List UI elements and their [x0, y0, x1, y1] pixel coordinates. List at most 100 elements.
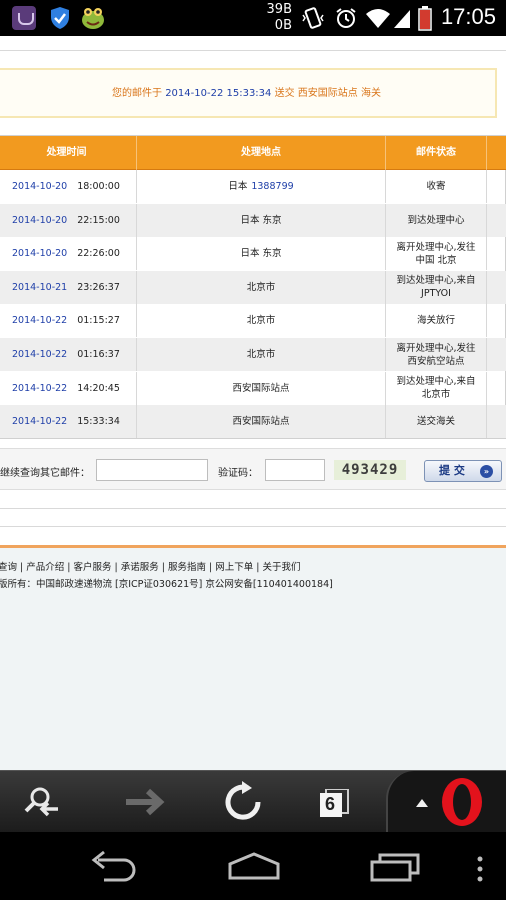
zoom-back-button[interactable]: [12, 771, 82, 833]
cell-status-text: 离开处理中心,发往中国 北京: [396, 241, 476, 266]
divider: [0, 526, 506, 527]
reload-icon[interactable]: [208, 771, 278, 833]
tracking-number-input[interactable]: [96, 459, 208, 481]
query-bar: 继续查询其它邮件： 验证码： 493429 提 交 »: [0, 448, 506, 490]
table-row: 2014-10-20 22:26:00 日本 东京 离开处理中心,发往中国 北京: [0, 237, 506, 271]
delivery-notice-box: 您的邮件于 2014-10-22 15:33:34 送交 西安国际站点 海关: [0, 68, 497, 118]
data-traffic-indicator: 39B 0B: [262, 2, 292, 34]
cell-status-text: 到达处理中心,来自JPTYOI: [396, 275, 476, 300]
table-row: 2014-10-22 01:15:27 北京市 海关放行: [0, 304, 506, 338]
web-page[interactable]: 您的邮件于 2014-10-22 15:33:34 送交 西安国际站点 海关 处…: [0, 36, 506, 770]
cell-place: 日本: [228, 181, 248, 192]
page-footer: 查询 | 产品介绍 | 客户服务 | 承诺服务 | 服务指南 | 网上下单 | …: [0, 548, 506, 770]
notice-prefix: 您的邮件于: [112, 88, 166, 99]
table-row: 2014-10-22 01:16:37 北京市 离开处理中心,发往西安航空站点: [0, 338, 506, 371]
cell-time: 2014-10-20 22:15:00: [0, 203, 137, 237]
status-bar: 39B 0B 17:05: [0, 0, 506, 36]
wifi-icon: [364, 6, 392, 30]
cell-location: 西安国际站点: [137, 405, 386, 439]
table-row: 2014-10-20 18:00:00 日本 1388799 收寄: [0, 170, 506, 203]
cell-date: 2014-10-21: [12, 281, 68, 293]
vibrate-icon: [300, 6, 326, 30]
header-location: 处理地点: [137, 136, 386, 170]
footer-links[interactable]: 查询 | 产品介绍 | 客户服务 | 承诺服务 | 服务指南 | 网上下单 | …: [0, 559, 300, 573]
tabs-button[interactable]: 6: [320, 788, 350, 817]
cell-date: 2014-10-22: [12, 315, 68, 327]
cell-time: 2014-10-22 14:20:45: [0, 371, 137, 405]
table-row: 2014-10-21 23:26:37 北京市 到达处理中心,来自JPTYOI: [0, 270, 506, 304]
frog-app-icon: [80, 6, 104, 30]
cell-clock: 01:15:27: [77, 315, 120, 327]
cell-clock: 22:15:00: [77, 214, 120, 226]
battery-icon: [418, 6, 432, 31]
cell-place: 北京市: [246, 349, 276, 360]
back-icon[interactable]: [84, 850, 144, 882]
cell-location: 日本 1388799: [137, 170, 386, 203]
cell-place-code: 1388799: [251, 181, 294, 192]
data-up-text: 39B: [266, 2, 292, 17]
cell-date: 2014-10-20: [12, 181, 68, 192]
cell-date: 2014-10-20: [12, 248, 68, 260]
divider: [0, 50, 506, 51]
shield-icon: [48, 6, 72, 30]
home-icon[interactable]: [224, 850, 284, 882]
cell-status: 离开处理中心,发往中国 北京: [386, 237, 487, 271]
cell-clock: 23:26:37: [77, 281, 120, 293]
cell-time: 2014-10-22 01:15:27: [0, 304, 137, 338]
captcha-input[interactable]: [265, 459, 325, 481]
cell-clock: 01:16:37: [77, 349, 120, 360]
cell-status-text: 到达处理中心,来自北京市: [396, 376, 476, 401]
cell-time: 2014-10-22 15:33:34: [0, 405, 137, 439]
cell-status-text: 海关放行: [416, 315, 455, 327]
tab-count-text: 6: [325, 794, 336, 814]
header-status: 邮件状态: [386, 136, 487, 170]
double-arrow-icon: »: [480, 465, 493, 478]
cell-status-text: 到达处理中心: [407, 214, 465, 226]
cell-status: 海关放行: [386, 304, 487, 338]
opera-menu-button[interactable]: [386, 771, 506, 833]
delivery-notice-text: 您的邮件于 2014-10-22 15:33:34 送交 西安国际站点 海关: [112, 84, 381, 99]
table-row: 2014-10-20 22:15:00 日本 东京 到达处理中心: [0, 203, 506, 237]
header-time: 处理时间: [0, 136, 137, 170]
cell-location: 北京市: [137, 338, 386, 371]
cell-location: 北京市: [137, 304, 386, 338]
forward-arrow-icon[interactable]: [110, 771, 180, 833]
tracking-table: 处理时间 处理地点 邮件状态 2014-10-20 18:00:00 日本 13887…: [0, 135, 506, 439]
cell-place: 西安国际站点: [232, 382, 290, 394]
cell-location: 日本 东京: [137, 203, 386, 237]
menu-overflow-icon[interactable]: [474, 854, 486, 884]
submit-label: 提 交: [439, 464, 465, 477]
table-row: 2014-10-22 15:33:34 西安国际站点 送交海关: [0, 405, 506, 439]
notice-datetime: 2014-10-22 15:33:34: [165, 88, 272, 99]
cell-place: 日本 东京: [240, 214, 282, 226]
cell-date: 2014-10-22: [12, 382, 68, 394]
query-label: 继续查询其它邮件：: [0, 468, 90, 479]
cell-place: 西安国际站点: [232, 416, 290, 428]
cell-place: 北京市: [246, 315, 276, 327]
android-nav-bar: [0, 832, 506, 900]
submit-button[interactable]: 提 交 »: [424, 460, 502, 482]
cell-clock: 22:26:00: [77, 248, 120, 260]
signal-icon: [392, 6, 412, 30]
cell-status: 到达处理中心,来自JPTYOI: [386, 270, 487, 304]
cell-clock: 15:33:34: [77, 416, 120, 428]
cell-time: 2014-10-20 22:26:00: [0, 237, 137, 271]
cell-location: 北京市: [137, 270, 386, 304]
cell-status: 送交海关: [386, 405, 487, 439]
captcha-image[interactable]: 493429: [334, 460, 406, 480]
captcha-label: 验证码：: [218, 468, 258, 479]
cell-status: 到达处理中心: [386, 203, 487, 237]
cell-date: 2014-10-22: [12, 349, 68, 360]
alarm-icon: [334, 6, 358, 30]
table-header: 处理时间 处理地点 邮件状态: [0, 136, 506, 170]
notice-suffix: 送交 西安国际站点 海关: [271, 88, 381, 99]
cell-clock: 18:00:00: [77, 181, 120, 192]
cell-date: 2014-10-20: [12, 214, 68, 226]
app-notification-icon: [12, 6, 36, 30]
recent-apps-icon[interactable]: [368, 850, 424, 882]
divider: [0, 508, 506, 509]
data-down-text: 0B: [274, 18, 292, 33]
cell-time: 2014-10-21 23:26:37: [0, 270, 137, 304]
cell-status: 离开处理中心,发往西安航空站点: [386, 338, 487, 371]
cell-date: 2014-10-22: [12, 416, 68, 428]
